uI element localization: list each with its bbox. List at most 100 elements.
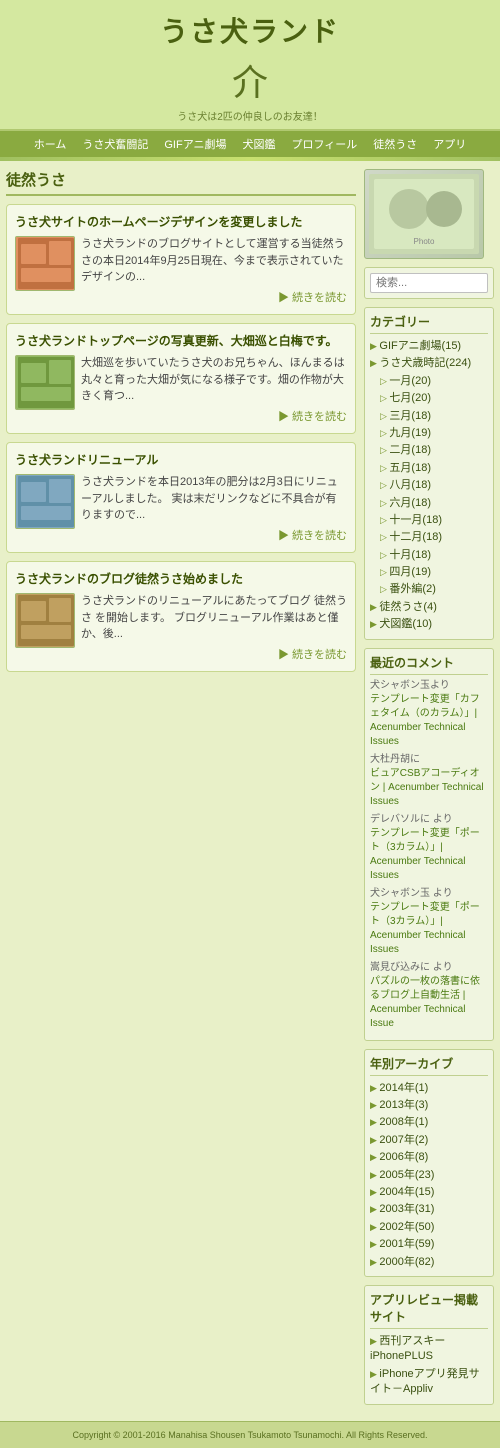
- post-text: うさ犬ランドを本日2013年の肥分は2月3日にリニューアルしました。 実は末だリ…: [81, 474, 347, 544]
- post-text: うさ犬ランドのブログサイトとして運営する当徒然うさの本日2014年9月25日現在…: [81, 236, 347, 306]
- main-layout: 徒然うさ うさ犬サイトのホームページデザインを変更しました うさ犬ランドのブログ…: [0, 161, 500, 1421]
- nav-item-usaken[interactable]: うさ犬奮闘記: [74, 131, 156, 157]
- category-item[interactable]: 三月(18): [370, 408, 488, 425]
- post-title: うさ犬ランドトップページの写真更新、大畑巡と白梅です。: [15, 332, 347, 349]
- archives-title: 年別アーカイブ: [370, 1055, 488, 1076]
- post-content: うさ犬ランドのブログサイトとして運営する当徒然うさの本日2014年9月25日現在…: [15, 236, 347, 306]
- comments-container: 犬シャボン玉よりテンプレート変更「カフェタイム（のカラム）」| Acenumbe…: [370, 679, 488, 1031]
- site-subtitle: うさ犬は2匹の仲良しのお友達！: [0, 108, 500, 123]
- comment-entry: 大杜丹胡にビュアCSBアコーディオン | Acenumber Technical…: [370, 753, 488, 809]
- category-item[interactable]: 番外編(2): [370, 581, 488, 598]
- svg-text:Photo: Photo: [414, 237, 435, 246]
- comment-author: 大杜丹胡に: [370, 754, 420, 765]
- app-section: アプリレビュー掲載サイト 西刊アスキーiPhonePLUSiPhoneアプリ発見…: [364, 1285, 494, 1405]
- comment-link[interactable]: パズルの一枚の落書に依るブログ上自動生活 | Acenumber Technic…: [370, 976, 480, 1029]
- nav-item-profile[interactable]: プロフィール: [284, 131, 366, 157]
- search-input[interactable]: [370, 273, 488, 293]
- read-more-link[interactable]: ▶ 続きを読む: [81, 409, 347, 426]
- category-item[interactable]: 四月(19): [370, 564, 488, 581]
- comment-author: 犬シャボン玉 より: [370, 888, 453, 899]
- sidebar-image: Photo: [364, 169, 484, 259]
- archive-item[interactable]: 2000年(82): [370, 1254, 488, 1271]
- comment-entry: 犬シャボン玉よりテンプレート変更「カフェタイム（のカラム）」| Acenumbe…: [370, 679, 488, 749]
- category-item[interactable]: 十一月(18): [370, 512, 488, 529]
- read-more-link[interactable]: ▶ 続きを読む: [81, 647, 347, 664]
- post-title: うさ犬ランドのブログ徒然うさ始めました: [15, 570, 347, 587]
- archive-item[interactable]: 2014年(1): [370, 1080, 488, 1097]
- category-item[interactable]: 六月(18): [370, 495, 488, 512]
- comment-entry: 嵩見び込みに よりパズルの一枚の落書に依るブログ上自動生活 | Acenumbe…: [370, 961, 488, 1031]
- category-item[interactable]: うさ犬歳時記(224): [370, 355, 488, 372]
- post-content: 大畑巡を歩いていたうさ犬のお兄ちゃん、ほんまるは丸々と育った大畑が気になる様子で…: [15, 355, 347, 425]
- archive-item[interactable]: 2007年(2): [370, 1132, 488, 1149]
- comment-entry: 犬シャボン玉 よりテンプレート変更「ポート（3カラム）」| Acenumber …: [370, 887, 488, 957]
- post-item: うさ犬ランドリニューアル うさ犬ランドを本日2013年の肥分は2月3日にリニュー…: [6, 442, 356, 553]
- category-item[interactable]: 十月(18): [370, 547, 488, 564]
- archive-item[interactable]: 2008年(1): [370, 1114, 488, 1131]
- nav-item-tsurezure[interactable]: 徒然うさ: [365, 131, 425, 157]
- app-item[interactable]: 西刊アスキーiPhonePLUS: [370, 1333, 488, 1366]
- archive-item[interactable]: 2003年(31): [370, 1201, 488, 1218]
- post-title: うさ犬ランドリニューアル: [15, 451, 347, 468]
- app-title: アプリレビュー掲載サイト: [370, 1291, 488, 1329]
- recent-comments-section: 最近のコメント 犬シャボン玉よりテンプレート変更「カフェタイム（のカラム）」| …: [364, 648, 494, 1041]
- post-thumbnail: [15, 474, 75, 529]
- category-item[interactable]: GIFアニ劇場(15): [370, 338, 488, 355]
- archive-item[interactable]: 2005年(23): [370, 1167, 488, 1184]
- comment-author: 嵩見び込みに より: [370, 962, 453, 973]
- archive-item[interactable]: 2013年(3): [370, 1097, 488, 1114]
- comment-link[interactable]: ビュアCSBアコーディオン | Acenumber Technical Issu…: [370, 768, 484, 807]
- content-area: 徒然うさ うさ犬サイトのホームページデザインを変更しました うさ犬ランドのブログ…: [6, 169, 356, 680]
- site-footer: Copyright © 2001-2016 Manahisa Shousen T…: [0, 1421, 500, 1448]
- app-container: 西刊アスキーiPhonePLUSiPhoneアプリ発見サイト－Appliv: [370, 1333, 488, 1399]
- page-title: 徒然うさ: [6, 169, 356, 196]
- category-item[interactable]: 八月(18): [370, 477, 488, 494]
- category-item[interactable]: 徒然うさ(4): [370, 599, 488, 616]
- post-item: うさ犬サイトのホームページデザインを変更しました うさ犬ランドのブログサイトとし…: [6, 204, 356, 315]
- posts-container: うさ犬サイトのホームページデザインを変更しました うさ犬ランドのブログサイトとし…: [6, 204, 356, 672]
- archive-item[interactable]: 2001年(59): [370, 1236, 488, 1253]
- search-box: [364, 267, 494, 299]
- nav-item-app[interactable]: アプリ: [425, 131, 474, 157]
- post-item: うさ犬ランドのブログ徒然うさ始めました うさ犬ランドのリニューアルにあたってブロ…: [6, 561, 356, 672]
- category-item[interactable]: 一月(20): [370, 373, 488, 390]
- comment-link[interactable]: テンプレート変更「カフェタイム（のカラム）」| Acenumber Techni…: [370, 694, 480, 747]
- categories-section: カテゴリー GIFアニ劇場(15)うさ犬歳時記(224)一月(20)七月(20)…: [364, 307, 494, 640]
- site-header: うさ犬ランド 介 うさ犬は2匹の仲良しのお友達！: [0, 0, 500, 131]
- comment-link[interactable]: テンプレート変更「ポート（3カラム）」| Acenumber Technical…: [370, 828, 480, 881]
- category-item[interactable]: 九月(19): [370, 425, 488, 442]
- category-item[interactable]: 二月(18): [370, 442, 488, 459]
- post-thumbnail: [15, 355, 75, 410]
- archive-item[interactable]: 2002年(50): [370, 1219, 488, 1236]
- category-item[interactable]: 七月(20): [370, 390, 488, 407]
- category-item[interactable]: 五月(18): [370, 460, 488, 477]
- header-decoration-icon: 介: [0, 54, 500, 106]
- post-item: うさ犬ランドトップページの写真更新、大畑巡と白梅です。 大畑巡を歩いていたうさ犬…: [6, 323, 356, 434]
- read-more-link[interactable]: ▶ 続きを読む: [81, 528, 347, 545]
- archives-section: 年別アーカイブ 2014年(1)2013年(3)2008年(1)2007年(2)…: [364, 1049, 494, 1277]
- read-more-link[interactable]: ▶ 続きを読む: [81, 290, 347, 307]
- comment-link[interactable]: テンプレート変更「ポート（3カラム）」| Acenumber Technical…: [370, 902, 480, 955]
- archive-item[interactable]: 2006年(8): [370, 1149, 488, 1166]
- post-thumbnail: [15, 593, 75, 648]
- nav-bar: ホームうさ犬奮闘記GIFアニ劇場犬図鑑プロフィール徒然うさアプリ: [0, 131, 500, 157]
- nav-item-home[interactable]: ホーム: [26, 131, 75, 157]
- nav-item-gif[interactable]: GIFアニ劇場: [156, 131, 234, 157]
- comment-author: デレバソルに より: [370, 814, 453, 825]
- post-text: うさ犬ランドのリニューアルにあたってブログ 徒然うさ を開始します。 ブログリニ…: [81, 593, 347, 663]
- nav-item-dogs[interactable]: 犬図鑑: [235, 131, 284, 157]
- categories-container: GIFアニ劇場(15)うさ犬歳時記(224)一月(20)七月(20)三月(18)…: [370, 338, 488, 634]
- app-item[interactable]: iPhoneアプリ発見サイト－Appliv: [370, 1366, 488, 1399]
- archive-item[interactable]: 2004年(15): [370, 1184, 488, 1201]
- sidebar: Photo カテゴリー GIFアニ劇場(15)うさ犬歳時記(224)一月(20)…: [364, 169, 494, 1413]
- site-title: うさ犬ランド: [0, 10, 500, 50]
- categories-title: カテゴリー: [370, 313, 488, 334]
- category-item[interactable]: 十二月(18): [370, 529, 488, 546]
- copyright: Copyright © 2001-2016 Manahisa Shousen T…: [8, 1430, 492, 1440]
- category-item[interactable]: 犬図鑑(10): [370, 616, 488, 633]
- post-thumbnail: [15, 236, 75, 291]
- post-content: うさ犬ランドのリニューアルにあたってブログ 徒然うさ を開始します。 ブログリニ…: [15, 593, 347, 663]
- post-text: 大畑巡を歩いていたうさ犬のお兄ちゃん、ほんまるは丸々と育った大畑が気になる様子で…: [81, 355, 347, 425]
- comment-author: 犬シャボン玉より: [370, 680, 450, 691]
- recent-comments-title: 最近のコメント: [370, 654, 488, 675]
